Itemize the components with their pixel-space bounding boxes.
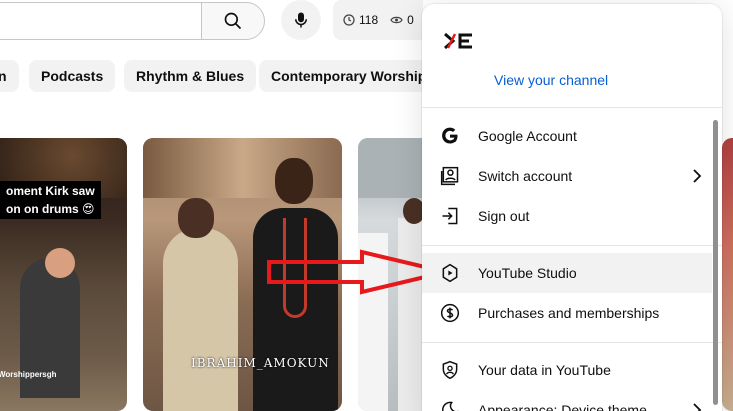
menu-item-label: Purchases and memberships	[478, 305, 660, 321]
views-count: 0	[407, 13, 414, 27]
google-icon	[442, 127, 458, 144]
woman-head	[178, 198, 214, 238]
video-watermark: IBRAHIM_AMOKUN	[191, 356, 330, 370]
menu-item-label: YouTube Studio	[478, 265, 577, 281]
menu-divider	[422, 342, 722, 343]
menu-item-label: Your data in YouTube	[478, 362, 611, 378]
menu-item-your-data[interactable]: Your data in YouTube	[422, 350, 712, 390]
video-caption: oment Kirk saw	[0, 181, 101, 201]
menu-item-label: Sign out	[478, 208, 530, 224]
chip-podcasts[interactable]: Podcasts	[29, 60, 116, 92]
person-figure	[45, 248, 75, 278]
account-header: View your channel	[422, 4, 722, 108]
video-watermark: Worshippersgh	[0, 370, 57, 379]
clock-icon	[343, 14, 355, 26]
menu-item-switch-account[interactable]: Switch account	[422, 156, 712, 196]
menu-item-youtube-studio[interactable]: YouTube Studio	[422, 253, 712, 293]
chip-contemporary-worship[interactable]: Contemporary Worship M	[259, 60, 429, 92]
menu-item-label: Switch account	[478, 168, 573, 184]
moon-icon	[441, 401, 459, 411]
view-channel-link[interactable]: View your channel	[494, 72, 608, 88]
time-count: 118	[359, 13, 379, 27]
chip-rhythm-blues[interactable]: Rhythm & Blues	[124, 60, 257, 92]
menu-item-sign-out[interactable]: Sign out	[422, 196, 712, 236]
chevron-right-icon	[693, 169, 702, 183]
switch-account-icon	[440, 166, 459, 186]
man-head	[275, 158, 313, 204]
search-input[interactable]	[0, 2, 202, 40]
chip-partial[interactable]: n	[0, 60, 19, 92]
video-thumbnail[interactable]: oment Kirk saw on on drums 😍 Worshippers…	[0, 138, 127, 411]
shield-person-icon	[442, 360, 458, 380]
search-button[interactable]	[201, 2, 265, 40]
woman-figure	[163, 228, 238, 411]
search-icon	[224, 12, 242, 30]
video-thumbnail[interactable]	[722, 138, 733, 411]
channel-logo-icon	[444, 32, 472, 50]
video-caption: on on drums 😍	[0, 199, 101, 219]
menu-scrollbar[interactable]	[713, 120, 718, 405]
microphone-icon	[295, 12, 307, 28]
menu-divider	[422, 245, 722, 246]
sign-out-icon	[442, 207, 458, 225]
dollar-icon	[440, 303, 460, 323]
menu-item-label: Google Account	[478, 128, 577, 144]
menu-item-appearance[interactable]: Appearance: Device theme	[422, 390, 712, 411]
menu-item-label: Appearance: Device theme	[478, 402, 647, 411]
youtube-studio-icon	[442, 263, 458, 283]
voice-search-button[interactable]	[281, 0, 321, 40]
eye-icon	[390, 16, 403, 24]
menu-item-purchases[interactable]: Purchases and memberships	[422, 293, 712, 333]
menu-item-google-account[interactable]: Google Account	[422, 116, 712, 156]
extension-stats[interactable]: 118 0	[333, 0, 423, 40]
chevron-right-icon	[693, 403, 702, 411]
account-menu: View your channel Google Account Switch …	[422, 4, 722, 411]
